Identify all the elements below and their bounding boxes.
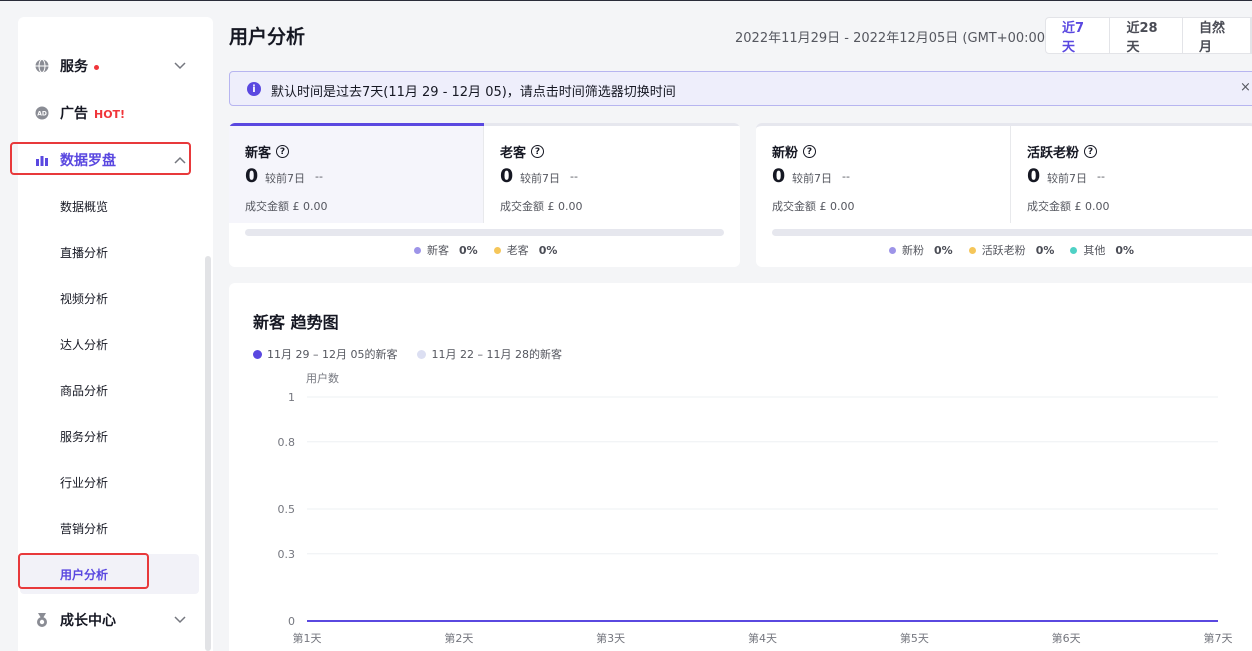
metric-amount: 成交金额 £ 0.00 <box>245 200 328 213</box>
metric-value: 0 <box>772 165 786 187</box>
legend-item: 活跃老粉 0% <box>968 242 1054 258</box>
y-tick-label: 1 <box>288 391 295 404</box>
metric-divider <box>483 126 484 223</box>
y-tick-label: 0 <box>288 615 295 628</box>
medal-icon <box>34 612 50 628</box>
trend-chart: 用户数 1 0.8 0.5 0.3 0 第1天 第2天 第3天 第4天 第5天 第6天 第7天 <box>278 371 1233 645</box>
x-tick-label: 第4天 <box>748 631 777 645</box>
metric-returning-customers[interactable]: 老客? 0 较前7日 -- 成交金额 £ 0.00 <box>484 123 740 223</box>
metric-title: 新粉? <box>772 142 817 161</box>
date-range-text: 2022年11月29日 - 2022年12月05日 (GMT+00:00) <box>735 31 1051 46</box>
sidebar-scrollbar[interactable] <box>205 256 211 651</box>
sidebar-subitem-marketing[interactable]: 营销分析 <box>60 520 108 537</box>
y-tick-label: 0.3 <box>278 548 296 561</box>
help-icon[interactable]: ? <box>803 145 817 158</box>
sidebar-subitem-overview[interactable]: 数据概览 <box>60 198 108 215</box>
sidebar-item-label: 服务 <box>60 56 99 76</box>
close-icon[interactable]: × <box>1240 80 1251 95</box>
fan-ratio-bar <box>772 229 1252 236</box>
metric-divider <box>1010 126 1011 223</box>
info-icon: i <box>247 82 261 96</box>
metric-compare-label: 较前7日 <box>265 172 305 185</box>
metric-amount: 成交金额 £ 0.00 <box>500 200 583 213</box>
legend-dot <box>1070 246 1078 254</box>
customer-ratio-bar <box>245 229 724 236</box>
metric-title: 新客? <box>245 142 290 161</box>
trend-chart-card: 新客 趋势图 11月 29 – 12月 05的新客 11月 22 – 11月 2… <box>229 283 1252 651</box>
notice-banner: i 默认时间是过去7天(11月 29 - 12月 05)，请点击时间筛选器切换时… <box>229 71 1252 106</box>
sidebar-subitem-industry[interactable]: 行业分析 <box>60 474 108 491</box>
metric-value: 0 <box>245 165 259 187</box>
sidebar-subitem-video[interactable]: 视频分析 <box>60 290 108 307</box>
metric-compare-value: -- <box>570 170 578 183</box>
fan-legend: 新粉 0% 活跃老粉 0% 其他 0% <box>889 242 1150 258</box>
customer-card: 新客? 0 较前7日 -- 成交金额 £ 0.00 老客? 0 较前7日 -- … <box>229 123 740 267</box>
globe-icon <box>34 58 50 74</box>
tab-last-7-days[interactable]: 近7天 <box>1046 18 1111 55</box>
legend-dot <box>968 246 976 254</box>
sidebar-item-label: 广告 HOT! <box>60 106 126 122</box>
page-title: 用户分析 <box>229 26 306 48</box>
ad-icon: AD <box>34 105 50 121</box>
metric-new-customers[interactable]: 新客? 0 较前7日 -- 成交金额 £ 0.00 <box>229 123 484 223</box>
legend-item: 新客 0% <box>414 242 478 258</box>
highlight-box-data-compass <box>10 142 191 175</box>
y-axis-label: 用户数 <box>306 371 339 385</box>
sidebar-item-ads[interactable]: AD 广告 HOT! <box>18 93 213 133</box>
metric-title: 老客? <box>500 142 545 161</box>
metric-amount: 成交金额 £ 0.00 <box>1027 200 1110 213</box>
metric-compare-label: 较前7日 <box>1047 172 1087 185</box>
metric-value: 0 <box>500 165 514 187</box>
metric-compare-value: -- <box>315 170 323 183</box>
sidebar-item-label: 成长中心 <box>60 613 116 629</box>
range-tabs: 近7天 近28天 自然月 <box>1045 17 1252 55</box>
hot-badge: HOT! <box>94 108 126 121</box>
metric-new-fans[interactable]: 新粉? 0 较前7日 -- 成交金额 £ 0.00 <box>756 126 1011 226</box>
customer-legend: 新客 0% 老客 0% <box>414 242 573 258</box>
metric-compare-label: 较前7日 <box>520 172 560 185</box>
top-border <box>0 0 1252 1</box>
y-tick-label: 0.8 <box>278 436 296 449</box>
sidebar-subitem-service[interactable]: 服务分析 <box>60 428 108 445</box>
fan-card: 新粉? 0 较前7日 -- 成交金额 £ 0.00 活跃老粉? 0 较前7日 -… <box>756 123 1252 267</box>
svg-text:AD: AD <box>37 111 47 118</box>
tab-last-28-days[interactable]: 近28天 <box>1110 18 1183 55</box>
legend-dot <box>493 246 501 254</box>
metric-title: 活跃老粉? <box>1027 142 1098 161</box>
legend-dot <box>889 246 896 254</box>
x-tick-label: 第7天 <box>1204 631 1233 645</box>
notice-text: 默认时间是过去7天(11月 29 - 12月 05)，请点击时间筛选器切换时间 <box>271 85 676 100</box>
metric-amount: 成交金额 £ 0.00 <box>772 200 855 213</box>
legend-item: 新粉 0% <box>889 242 953 258</box>
legend-item: 其他 0% <box>1070 242 1134 258</box>
chevron-down-icon[interactable] <box>174 613 186 627</box>
sidebar-subitem-product[interactable]: 商品分析 <box>60 382 108 399</box>
help-icon[interactable]: ? <box>531 145 545 158</box>
x-tick-label: 第3天 <box>596 631 625 645</box>
notification-dot <box>94 64 99 70</box>
x-tick-label: 第5天 <box>900 631 929 645</box>
tab-calendar-month[interactable]: 自然月 <box>1183 18 1251 55</box>
legend-item: 老客 0% <box>493 242 557 258</box>
sidebar-item-service[interactable]: 服务 <box>18 46 213 86</box>
help-icon[interactable]: ? <box>1084 145 1098 158</box>
highlight-box-user-analysis <box>18 553 149 589</box>
help-icon[interactable]: ? <box>276 145 290 158</box>
sidebar-subitem-creator[interactable]: 达人分析 <box>60 336 108 353</box>
x-tick-label: 第2天 <box>444 631 473 645</box>
chevron-down-icon[interactable] <box>174 59 186 73</box>
sidebar-subitem-live[interactable]: 直播分析 <box>60 244 108 261</box>
x-tick-label: 第6天 <box>1052 631 1081 645</box>
x-tick-label: 第1天 <box>293 631 322 645</box>
legend-dot <box>414 246 421 254</box>
metric-value: 0 <box>1027 165 1041 187</box>
sidebar-item-growth-center[interactable]: 成长中心 <box>18 600 213 640</box>
metric-compare-label: 较前7日 <box>792 172 832 185</box>
y-tick-label: 0.5 <box>278 503 296 516</box>
metric-compare-value: -- <box>1097 170 1105 183</box>
metric-compare-value: -- <box>842 170 850 183</box>
metric-active-old-fans[interactable]: 活跃老粉? 0 较前7日 -- 成交金额 £ 0.00 <box>1011 126 1252 226</box>
